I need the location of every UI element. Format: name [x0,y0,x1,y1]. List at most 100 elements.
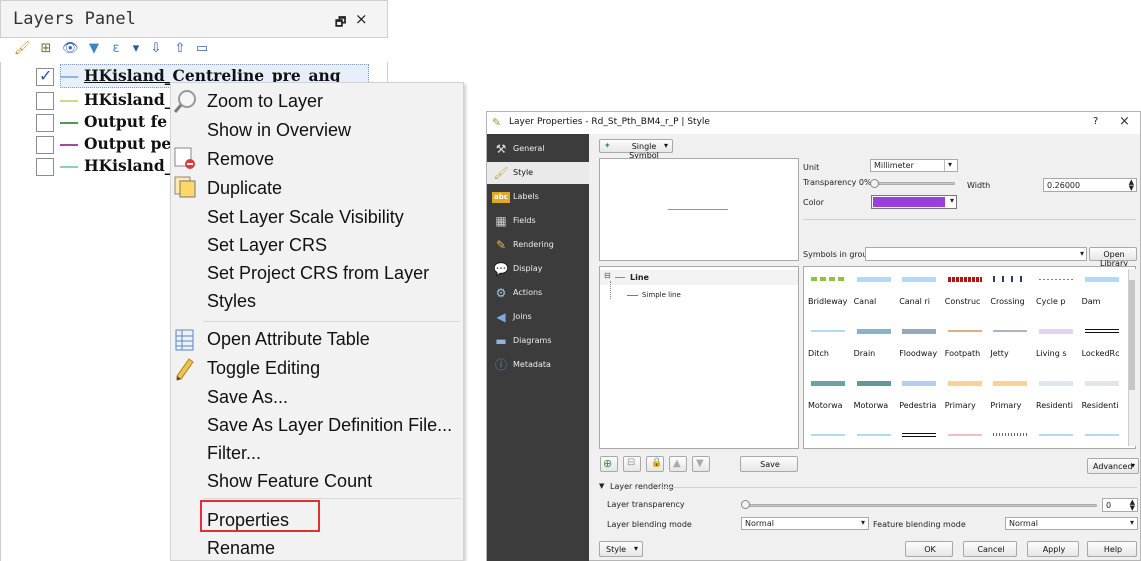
symbol-item[interactable]: Canal [854,267,894,317]
symbol-item[interactable]: Living s [1036,319,1076,369]
float-icon[interactable]: 🗗 [335,13,346,34]
nav-rendering[interactable]: ✎ Rendering [487,234,589,256]
symbol-item[interactable]: Floodway [899,319,939,369]
tree-item-line[interactable]: ⊟ Line [600,270,798,285]
menu-item-set-project-crs-from-layer[interactable]: Set Project CRS from Layer [207,263,429,284]
menu-item-set-layer-scale-visibility[interactable]: Set Layer Scale Visibility [207,207,404,228]
nav-general[interactable]: ⚒ General [487,138,589,160]
nav-joins[interactable]: ◀ Joins [487,306,589,328]
layer-visibility-checkbox[interactable] [36,136,54,154]
feature-blending-select[interactable]: Normal ▾ [1005,517,1138,530]
remove-symbol-layer-button[interactable]: ⊟ [623,456,641,472]
add-group-icon[interactable]: ⊞ [38,41,54,57]
close-icon[interactable]: × [355,10,368,28]
menu-item-duplicate[interactable]: Duplicate [207,178,282,199]
filter-expression-icon[interactable]: ε [108,41,124,57]
move-up-button[interactable]: ▲ [669,456,687,472]
layer-visibility-checkbox[interactable] [36,114,54,132]
layer-visibility-checkbox[interactable] [36,158,54,176]
symbol-item[interactable]: Secondai [945,423,985,448]
symbol-item[interactable]: Crossing [990,267,1030,317]
symbol-item[interactable]: Jetty [990,319,1030,369]
symbol-item[interactable]: Bridleway [808,267,848,317]
width-spinbox[interactable]: 0.26000 ▲ ▼ [1043,178,1137,192]
symbol-item[interactable]: Ditch [808,319,848,369]
open-library-button[interactable]: Open Library [1089,247,1137,268]
symbol-group-select[interactable]: ▾ [865,247,1087,261]
style-manager-icon[interactable]: 🖌 [14,41,31,57]
menu-item-filter[interactable]: Filter... [207,443,261,464]
layer-transparency-slider-handle[interactable] [741,500,750,509]
expand-all-icon[interactable]: ▾ [128,41,144,57]
menu-item-save-as[interactable]: Save As... [207,387,288,408]
ok-button[interactable]: OK [905,541,953,557]
symbol-item[interactable]: Motorwa [808,371,848,421]
symbol-item[interactable]: Residenti [1036,371,1076,421]
collapse-icon[interactable]: ⊟ [604,271,611,280]
symbol-item[interactable]: Stream [1036,423,1076,448]
symbol-item[interactable]: River [808,423,848,448]
help-button[interactable]: Help [1087,541,1137,557]
apply-button[interactable]: Apply [1027,541,1079,557]
lock-layer-button[interactable]: 🔒 [646,456,664,472]
visibility-icon[interactable]: 👁 [62,41,79,57]
renderer-select[interactable]: ✦ Single Symbol ▾ [599,139,673,160]
collapse-icon[interactable]: ▼ [599,482,604,490]
transparency-slider[interactable] [871,182,955,185]
color-button[interactable]: ▾ [871,195,957,209]
help-icon[interactable]: ? [1093,116,1098,127]
menu-item-remove[interactable]: Remove [207,149,274,170]
menu-item-set-layer-crs[interactable]: Set Layer CRS [207,235,327,256]
menu-item-show-feature-count[interactable]: Show Feature Count [207,471,372,492]
symbol-item[interactable]: Cycle p [1036,267,1076,317]
symbol-item[interactable]: Primary [945,371,985,421]
close-icon[interactable]: × [1119,114,1130,129]
transparency-slider-handle[interactable] [870,179,879,188]
symbol-item[interactable]: Footpath [945,319,985,369]
menu-item-show-in-overview[interactable]: Show in Overview [207,120,351,141]
spin-arrows-icon[interactable]: ▲ ▼ [1130,499,1135,512]
layer-visibility-checkbox[interactable] [36,66,54,86]
nav-actions[interactable]: ⚙ Actions [487,282,589,304]
menu-item-save-as-layer-definition-file[interactable]: Save As Layer Definition File... [207,415,452,436]
filter-icon[interactable]: ▼ [86,41,102,57]
move-down-button[interactable]: ▼ [692,456,710,472]
symbol-item[interactable]: Residenti [1082,371,1122,421]
nav-style[interactable]: 🖌 Style [487,162,589,184]
symbol-item[interactable]: Dam [1082,267,1122,317]
layer-transparency-spinbox[interactable]: 0 ▲ ▼ [1102,498,1138,512]
layer-visibility-checkbox[interactable] [36,92,54,110]
symbol-item[interactable]: Steps [990,423,1030,448]
symbol-item[interactable]: Canal ri [899,267,939,317]
add-symbol-layer-button[interactable]: ⊕ [600,456,618,472]
menu-item-rename[interactable]: Rename [207,538,275,559]
menu-item-zoom-to-layer[interactable]: Zoom to Layer [207,91,323,112]
nav-labels[interactable]: abc Labels [487,186,589,208]
menu-item-styles[interactable]: Styles [207,291,256,312]
collapse-all-icon[interactable]: ⇩ [148,41,164,57]
style-menu-button[interactable]: Style ▾ [599,541,643,557]
symbol-item[interactable]: Primary [990,371,1030,421]
symbol-item[interactable]: Drain [854,319,894,369]
nav-fields[interactable]: ▦ Fields [487,210,589,232]
symbol-item[interactable]: Road [899,423,939,448]
unit-select[interactable]: Millimeter ▾ [870,159,958,172]
nav-metadata[interactable]: ⓘ Metadata [487,354,589,376]
save-button[interactable]: Save [740,456,798,472]
advanced-button[interactable]: Advanced ▾ [1087,458,1139,474]
remove-layer-icon[interactable]: ▭ [194,41,210,57]
symbol-item[interactable]: Construc [945,267,985,317]
tree-item-simple-line[interactable]: Simple line [600,289,798,303]
symbol-item[interactable]: LockedRc [1082,319,1122,369]
move-up-icon[interactable]: ⇧ [172,41,188,57]
symbol-item[interactable]: Riverban [854,423,894,448]
menu-item-toggle-editing[interactable]: Toggle Editing [207,358,320,379]
symbol-item[interactable]: Tertiary [1082,423,1122,448]
nav-display[interactable]: 💬 Display [487,258,589,280]
menu-item-open-attribute-table[interactable]: Open Attribute Table [207,329,370,350]
layer-transparency-slider[interactable] [743,504,1097,507]
spin-arrows-icon[interactable]: ▲ ▼ [1129,179,1134,192]
symbol-item[interactable]: Motorwa [854,371,894,421]
layer-blending-select[interactable]: Normal ▾ [741,517,869,530]
symbol-item[interactable]: Pedestria [899,371,939,421]
